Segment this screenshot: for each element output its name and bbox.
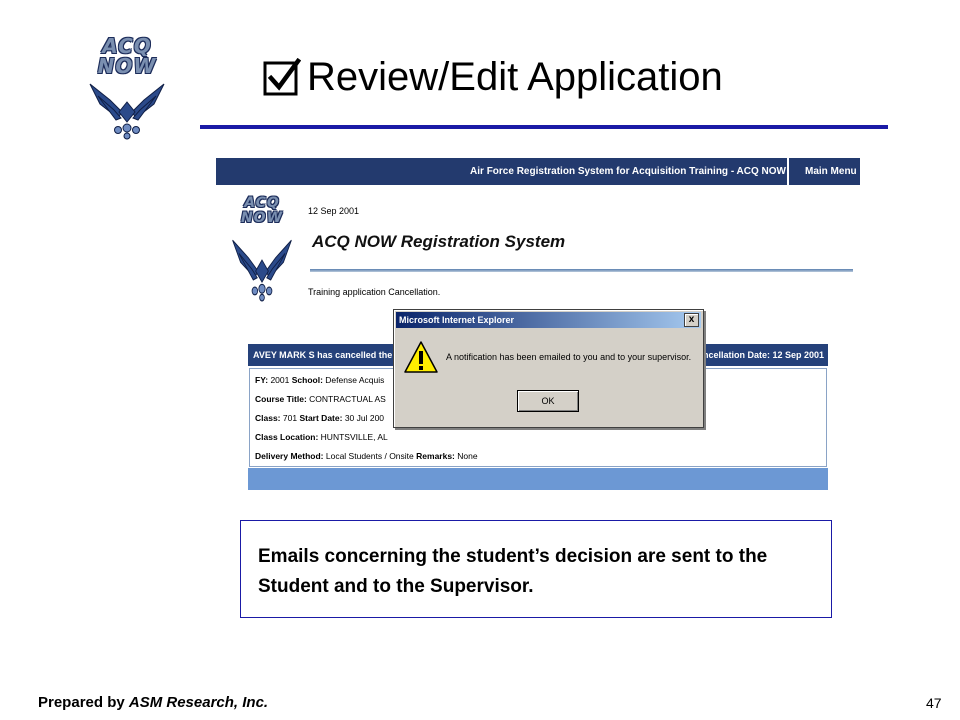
app-logo-line1: ACQ	[244, 195, 280, 211]
detail-label: Remarks:	[416, 451, 455, 461]
detail-row: Class Location: HUNTSVILLE, AL	[255, 432, 388, 442]
app-date: 12 Sep 2001	[308, 206, 360, 216]
details-header-left: AVEY MARK S has cancelled the	[253, 350, 393, 360]
footer-company: ASM Research, Inc.	[128, 694, 269, 711]
app-top-bar: Air Force Registration System for Acquis…	[216, 158, 860, 185]
detail-row: Class: 701 Start Date: 30 Jul 200	[255, 413, 384, 423]
detail-label: Delivery Method:	[255, 451, 324, 461]
logo-line2: NOW	[97, 54, 157, 78]
app-logo: ACQ NOW	[231, 196, 293, 306]
top-bar-divider	[787, 158, 789, 185]
close-icon[interactable]: x	[684, 313, 699, 327]
footer-credit: Prepared by ASM Research, Inc.	[38, 694, 268, 711]
detail-value: Defense Acquis	[325, 375, 385, 385]
app-system-name: ACQ NOW Registration System	[312, 232, 566, 251]
app-logo-line2: NOW	[240, 210, 284, 226]
main-menu-link[interactable]: Main Menu	[805, 166, 857, 177]
detail-value: Local Students / Onsite	[325, 451, 414, 461]
detail-value: 701	[282, 413, 298, 423]
detail-label: Start Date:	[299, 413, 343, 423]
air-force-wings-icon	[232, 239, 292, 302]
detail-value: None	[457, 451, 478, 461]
detail-value: CONTRACTUAL AS	[309, 394, 386, 404]
logo-line1: ACQ	[102, 34, 152, 58]
title-divider	[200, 125, 888, 129]
dialog-titlebar[interactable]: Microsoft Internet Explorer x	[396, 312, 701, 328]
detail-row: FY: 2001 School: Defense Acquis	[255, 375, 384, 385]
detail-label: Class:	[255, 413, 281, 423]
system-title-bar: Air Force Registration System for Acquis…	[470, 166, 786, 177]
detail-row: Course Title: CONTRACTUAL AS	[255, 394, 386, 404]
detail-value: 30 Jul 200	[344, 413, 385, 423]
page-number: 47	[926, 695, 942, 711]
detail-label: FY:	[255, 375, 269, 385]
detail-label: Class Location:	[255, 432, 319, 442]
details-footer-bar	[248, 468, 828, 490]
alert-dialog: Microsoft Internet Explorer x A notifica…	[393, 309, 704, 428]
slide-title: Review/Edit Application	[307, 55, 723, 99]
detail-label: School:	[291, 375, 323, 385]
app-title-rule	[310, 269, 853, 272]
footer-prepared-by: Prepared by	[38, 694, 129, 711]
dialog-message: A notification has been emailed to you a…	[446, 352, 692, 362]
dialog-title: Microsoft Internet Explorer	[399, 315, 515, 325]
app-subtitle: Training application Cancellation.	[308, 287, 441, 297]
details-header-right: ancellation Date: 12 Sep 2001	[697, 350, 824, 360]
callout-text: Emails concerning the student’s decision…	[258, 546, 768, 597]
detail-value: 2001	[270, 375, 290, 385]
detail-value: HUNTSVILLE, AL	[320, 432, 388, 442]
ok-button[interactable]: OK	[517, 390, 579, 412]
air-force-wings-icon	[89, 83, 165, 140]
acq-now-logo: ACQ NOW	[82, 30, 172, 140]
warning-icon	[404, 341, 438, 373]
callout-box: Emails concerning the student’s decision…	[240, 520, 832, 618]
detail-row: Delivery Method: Local Students / Onsite…	[255, 451, 478, 461]
checkbox-checked-icon	[263, 58, 301, 96]
detail-label: Course Title:	[255, 394, 307, 404]
